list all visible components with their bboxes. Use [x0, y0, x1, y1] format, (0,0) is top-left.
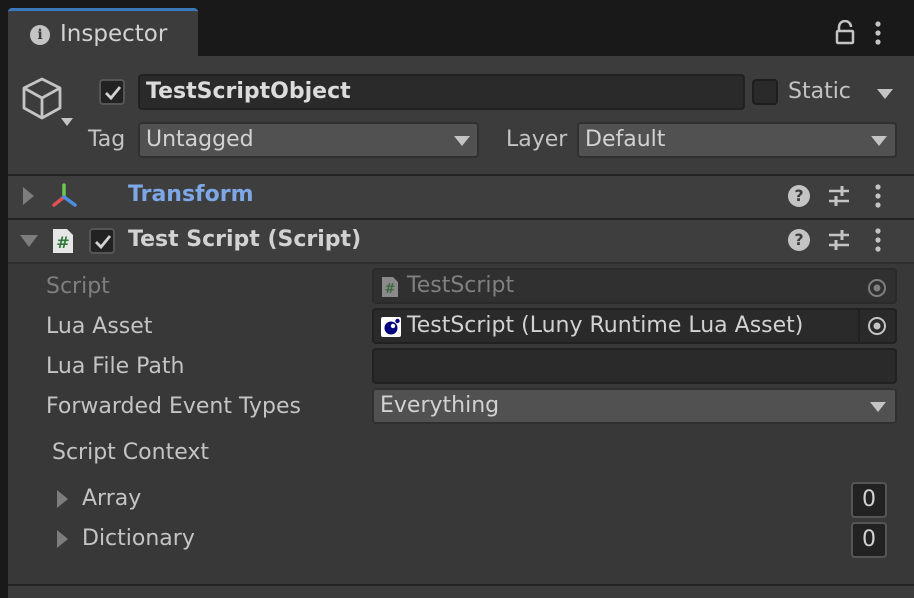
lock-icon[interactable] [834, 20, 856, 46]
transform-axes-icon [52, 183, 77, 207]
lua-asset-label: Lua Asset [46, 314, 153, 339]
presets-icon[interactable] [828, 228, 850, 252]
lua-file-path-input[interactable] [372, 348, 897, 384]
lua-file-path-label: Lua File Path [46, 354, 185, 379]
icon-dropdown-arrow[interactable] [61, 118, 73, 126]
object-picker-icon[interactable] [867, 316, 887, 336]
forwarded-event-types-label: Forwarded Event Types [46, 394, 301, 419]
layer-label: Layer [506, 127, 568, 152]
dictionary-size-field[interactable]: 0 [851, 522, 887, 558]
transform-foldout-arrow[interactable] [23, 187, 34, 205]
tag-value: Untagged [146, 127, 254, 152]
script-label: Script [46, 274, 110, 299]
tab-title: Inspector [60, 21, 168, 47]
testscript-title[interactable]: Test Script (Script) [128, 227, 361, 252]
static-dropdown-arrow[interactable] [877, 89, 893, 99]
array-label[interactable]: Array [82, 486, 141, 511]
presets-icon[interactable] [828, 184, 850, 208]
divider [858, 310, 860, 342]
divider [8, 262, 914, 264]
tag-label: Tag [88, 127, 126, 152]
tag-dropdown[interactable]: Untagged [138, 122, 479, 158]
static-checkbox[interactable] [752, 79, 778, 105]
script-context-label: Script Context [52, 440, 209, 465]
tab-inspector[interactable]: i Inspector [8, 8, 198, 56]
kebab-menu-icon[interactable] [872, 183, 884, 209]
chevron-down-icon [454, 136, 470, 146]
object-name-field[interactable]: TestScriptObject [138, 74, 745, 110]
active-checkbox[interactable] [99, 79, 125, 105]
help-icon[interactable]: ? [788, 229, 810, 251]
forwarded-event-types-value: Everything [380, 393, 500, 418]
checkmark-icon [95, 235, 112, 250]
dictionary-label[interactable]: Dictionary [82, 526, 195, 551]
help-icon[interactable]: ? [788, 185, 810, 207]
info-icon: i [30, 25, 50, 45]
lua-asset-value: TestScript (Luny Runtime Lua Asset) [407, 313, 804, 338]
forwarded-event-types-dropdown[interactable]: Everything [372, 388, 897, 424]
lua-asset-icon [381, 317, 401, 337]
lua-asset-object-field[interactable]: TestScript (Luny Runtime Lua Asset) [372, 308, 897, 344]
dictionary-foldout-arrow[interactable] [57, 530, 68, 548]
kebab-menu-icon[interactable] [872, 20, 884, 46]
next-component-stub [8, 586, 914, 598]
static-label: Static [788, 79, 851, 104]
object-picker-icon [868, 279, 886, 297]
layer-value: Default [585, 127, 666, 152]
script-hash-icon: # [382, 277, 398, 297]
script-object-field: # TestScript [372, 268, 897, 304]
transform-title[interactable]: Transform [128, 182, 254, 207]
svg-text:#: # [56, 233, 69, 252]
testscript-enabled-checkbox[interactable] [89, 228, 115, 254]
array-foldout-arrow[interactable] [57, 490, 68, 508]
layer-dropdown[interactable]: Default [577, 122, 897, 158]
script-hash-icon: # [53, 229, 73, 253]
testscript-foldout-arrow[interactable] [20, 235, 38, 247]
kebab-menu-icon[interactable] [872, 227, 884, 253]
chevron-down-icon [871, 136, 887, 146]
checkmark-icon [105, 86, 122, 101]
chevron-down-icon [870, 402, 886, 412]
object-name-value: TestScriptObject [146, 79, 351, 104]
svg-text:#: # [385, 282, 396, 297]
script-value: TestScript [407, 273, 515, 298]
array-size-field[interactable]: 0 [851, 482, 887, 518]
cube-icon[interactable] [20, 76, 64, 122]
